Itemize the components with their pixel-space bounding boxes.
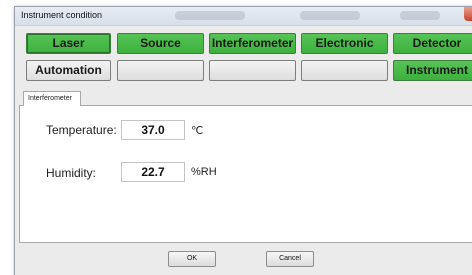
- source-button[interactable]: Source: [117, 33, 204, 54]
- electronic-button[interactable]: Electronic: [301, 33, 388, 54]
- automation-button[interactable]: Automation: [26, 60, 111, 81]
- detector-button[interactable]: Detector: [393, 33, 472, 54]
- empty-button-1[interactable]: [117, 60, 204, 81]
- titlebar-blur-decoration: [400, 11, 440, 20]
- instrument-button[interactable]: Instrument: [393, 60, 472, 81]
- tab-panel-interferometer: Temperature: 37.0 ℃ Humidity: 22.7 %RH: [19, 105, 472, 243]
- laser-button[interactable]: Laser: [26, 33, 111, 54]
- humidity-unit: %RH: [191, 166, 217, 178]
- empty-button-3[interactable]: [301, 60, 388, 81]
- titlebar-blur-decoration: [175, 11, 245, 20]
- ok-button[interactable]: OK: [168, 251, 216, 267]
- window-title: Instrument condition: [21, 10, 103, 20]
- title-bar[interactable]: Instrument condition x: [15, 7, 472, 26]
- empty-button-2[interactable]: [209, 60, 296, 81]
- cancel-button[interactable]: Cancel: [266, 251, 314, 267]
- background-edge: [0, 0, 14, 275]
- instrument-condition-window: Instrument condition x Laser Source Inte…: [14, 6, 472, 275]
- temperature-unit: ℃: [191, 125, 204, 137]
- tab-interferometer[interactable]: Interferometer: [23, 91, 81, 106]
- close-icon[interactable]: x: [464, 7, 472, 21]
- humidity-label: Humidity:: [46, 166, 97, 180]
- temperature-label: Temperature:: [46, 123, 117, 137]
- humidity-field[interactable]: 22.7: [121, 162, 185, 182]
- interferometer-button[interactable]: Interferometer: [209, 33, 296, 54]
- tab-area: Interferometer Temperature: 37.0 ℃ Humid…: [19, 91, 472, 243]
- titlebar-blur-decoration: [300, 11, 360, 20]
- temperature-field[interactable]: 37.0: [121, 120, 185, 140]
